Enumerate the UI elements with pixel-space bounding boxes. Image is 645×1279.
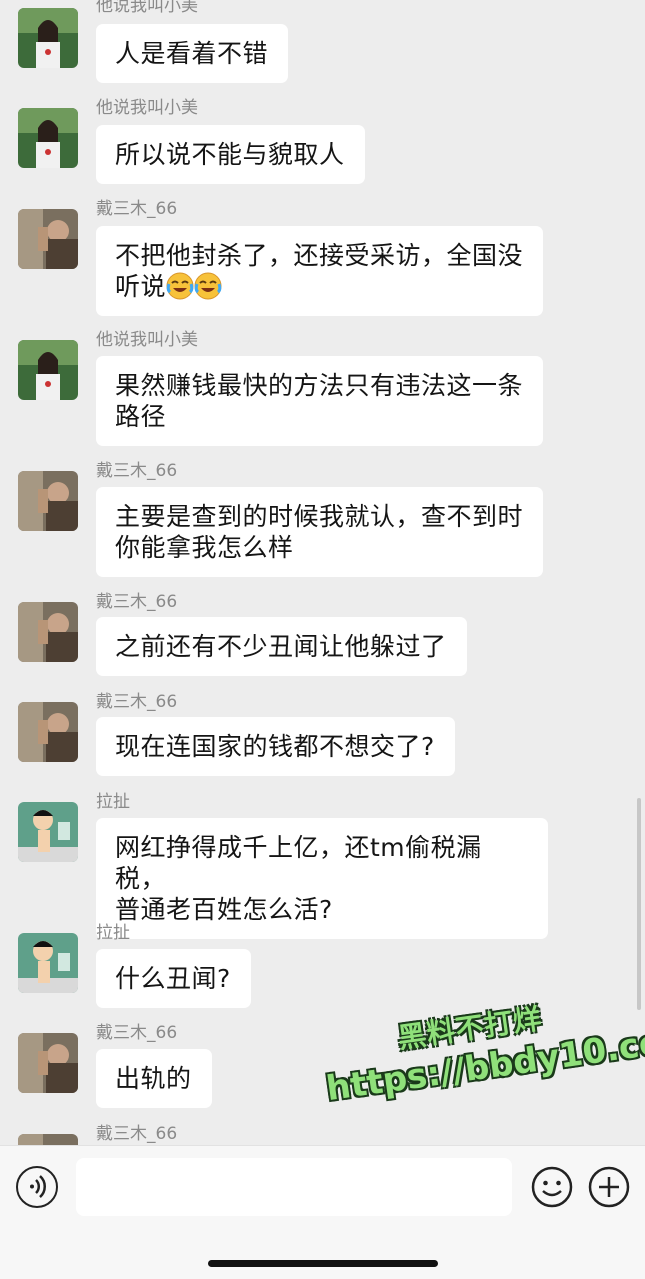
plus-icon[interactable] bbox=[588, 1166, 630, 1208]
message-bubble[interactable]: 所以说不能与貌取人 bbox=[96, 125, 365, 184]
message-text-line1: 主要是查到的时候我就认，查不到时 bbox=[115, 502, 524, 531]
message-text-line1: 网红挣得成千上亿，还tm偷税漏税， bbox=[115, 833, 482, 893]
avatar-man[interactable] bbox=[18, 471, 78, 531]
message-bubble[interactable]: 现在连国家的钱都不想交了? bbox=[96, 717, 455, 776]
avatar-man[interactable] bbox=[18, 602, 78, 662]
message-bubble[interactable]: 不把他封杀了，还接受采访，全国没 听说 bbox=[96, 226, 544, 316]
message-text-line1: 不把他封杀了，还接受采访，全国没 bbox=[115, 241, 524, 270]
message-text-line2: 你能拿我怎么样 bbox=[115, 533, 294, 562]
crying-laughing-emoji-icon bbox=[194, 272, 222, 300]
message-bubble[interactable]: 人是看着不错 bbox=[96, 24, 289, 83]
sender-name: 拉扯 bbox=[96, 792, 130, 812]
avatar-cartoon[interactable] bbox=[18, 802, 78, 862]
crying-laughing-emoji-icon bbox=[166, 272, 194, 300]
message-text: 现在连国家的钱都不想交了? bbox=[115, 732, 435, 761]
message-bubble[interactable]: 果然赚钱最快的方法只有违法这一条 路径 bbox=[96, 356, 544, 446]
message-text-line2: 听说 bbox=[115, 271, 523, 302]
message-text: 什么丑闻? bbox=[115, 964, 231, 993]
sender-name: 拉扯 bbox=[96, 923, 130, 943]
message-bubble[interactable]: 之前还有不少丑闻让他躲过了 bbox=[96, 617, 467, 676]
message-text-line2: 普通老百姓怎么活? bbox=[115, 895, 333, 924]
home-indicator[interactable] bbox=[208, 1260, 438, 1267]
sender-name: 戴三木_66 bbox=[96, 592, 178, 612]
message-text: 所以说不能与貌取人 bbox=[115, 140, 345, 169]
scrollbar[interactable] bbox=[637, 798, 641, 1010]
avatar-man[interactable] bbox=[18, 1134, 78, 1145]
sender-name: 戴三木_66 bbox=[96, 692, 178, 712]
message-bubble[interactable]: 网红挣得成千上亿，还tm偷税漏税， 普通老百姓怎么活? bbox=[96, 818, 548, 939]
avatar-cartoon[interactable] bbox=[18, 933, 78, 993]
message-bubble[interactable]: 出轨的 bbox=[96, 1049, 212, 1108]
message-bubble[interactable]: 主要是查到的时候我就认，查不到时 你能拿我怎么样 bbox=[96, 487, 544, 577]
message-text-line2: 路径 bbox=[115, 402, 167, 431]
sender-name: 戴三木_66 bbox=[96, 1023, 178, 1043]
sender-name: 戴三木_66 bbox=[96, 199, 178, 219]
sender-name: 戴三木_66 bbox=[96, 1124, 178, 1144]
avatar-girl[interactable] bbox=[18, 8, 78, 68]
message-text-line1: 果然赚钱最快的方法只有违法这一条 bbox=[115, 371, 524, 400]
chat-input-bar bbox=[0, 1145, 645, 1279]
message-text: 出轨的 bbox=[115, 1064, 192, 1093]
avatar-man[interactable] bbox=[18, 209, 78, 269]
message-text: 人是看着不错 bbox=[115, 39, 269, 68]
sender-name: 戴三木_66 bbox=[96, 461, 178, 481]
message-bubble[interactable]: 什么丑闻? bbox=[96, 949, 251, 1008]
voice-icon[interactable] bbox=[16, 1166, 58, 1208]
message-input[interactable] bbox=[76, 1158, 512, 1216]
avatar-man[interactable] bbox=[18, 702, 78, 762]
message-text: 之前还有不少丑闻让他躲过了 bbox=[115, 632, 447, 661]
sender-name: 他说我叫小美 bbox=[96, 0, 198, 16]
avatar-girl[interactable] bbox=[18, 108, 78, 168]
avatar-man[interactable] bbox=[18, 1033, 78, 1093]
emoji-icon[interactable] bbox=[531, 1166, 573, 1208]
chat-message-list[interactable]: 他说我叫小美 人是看着不错 他说我叫小美 所以说不能与貌取人 戴三木_66 不把… bbox=[0, 0, 645, 1145]
sender-name: 他说我叫小美 bbox=[96, 98, 198, 118]
sender-name: 他说我叫小美 bbox=[96, 330, 198, 350]
avatar-girl[interactable] bbox=[18, 340, 78, 400]
